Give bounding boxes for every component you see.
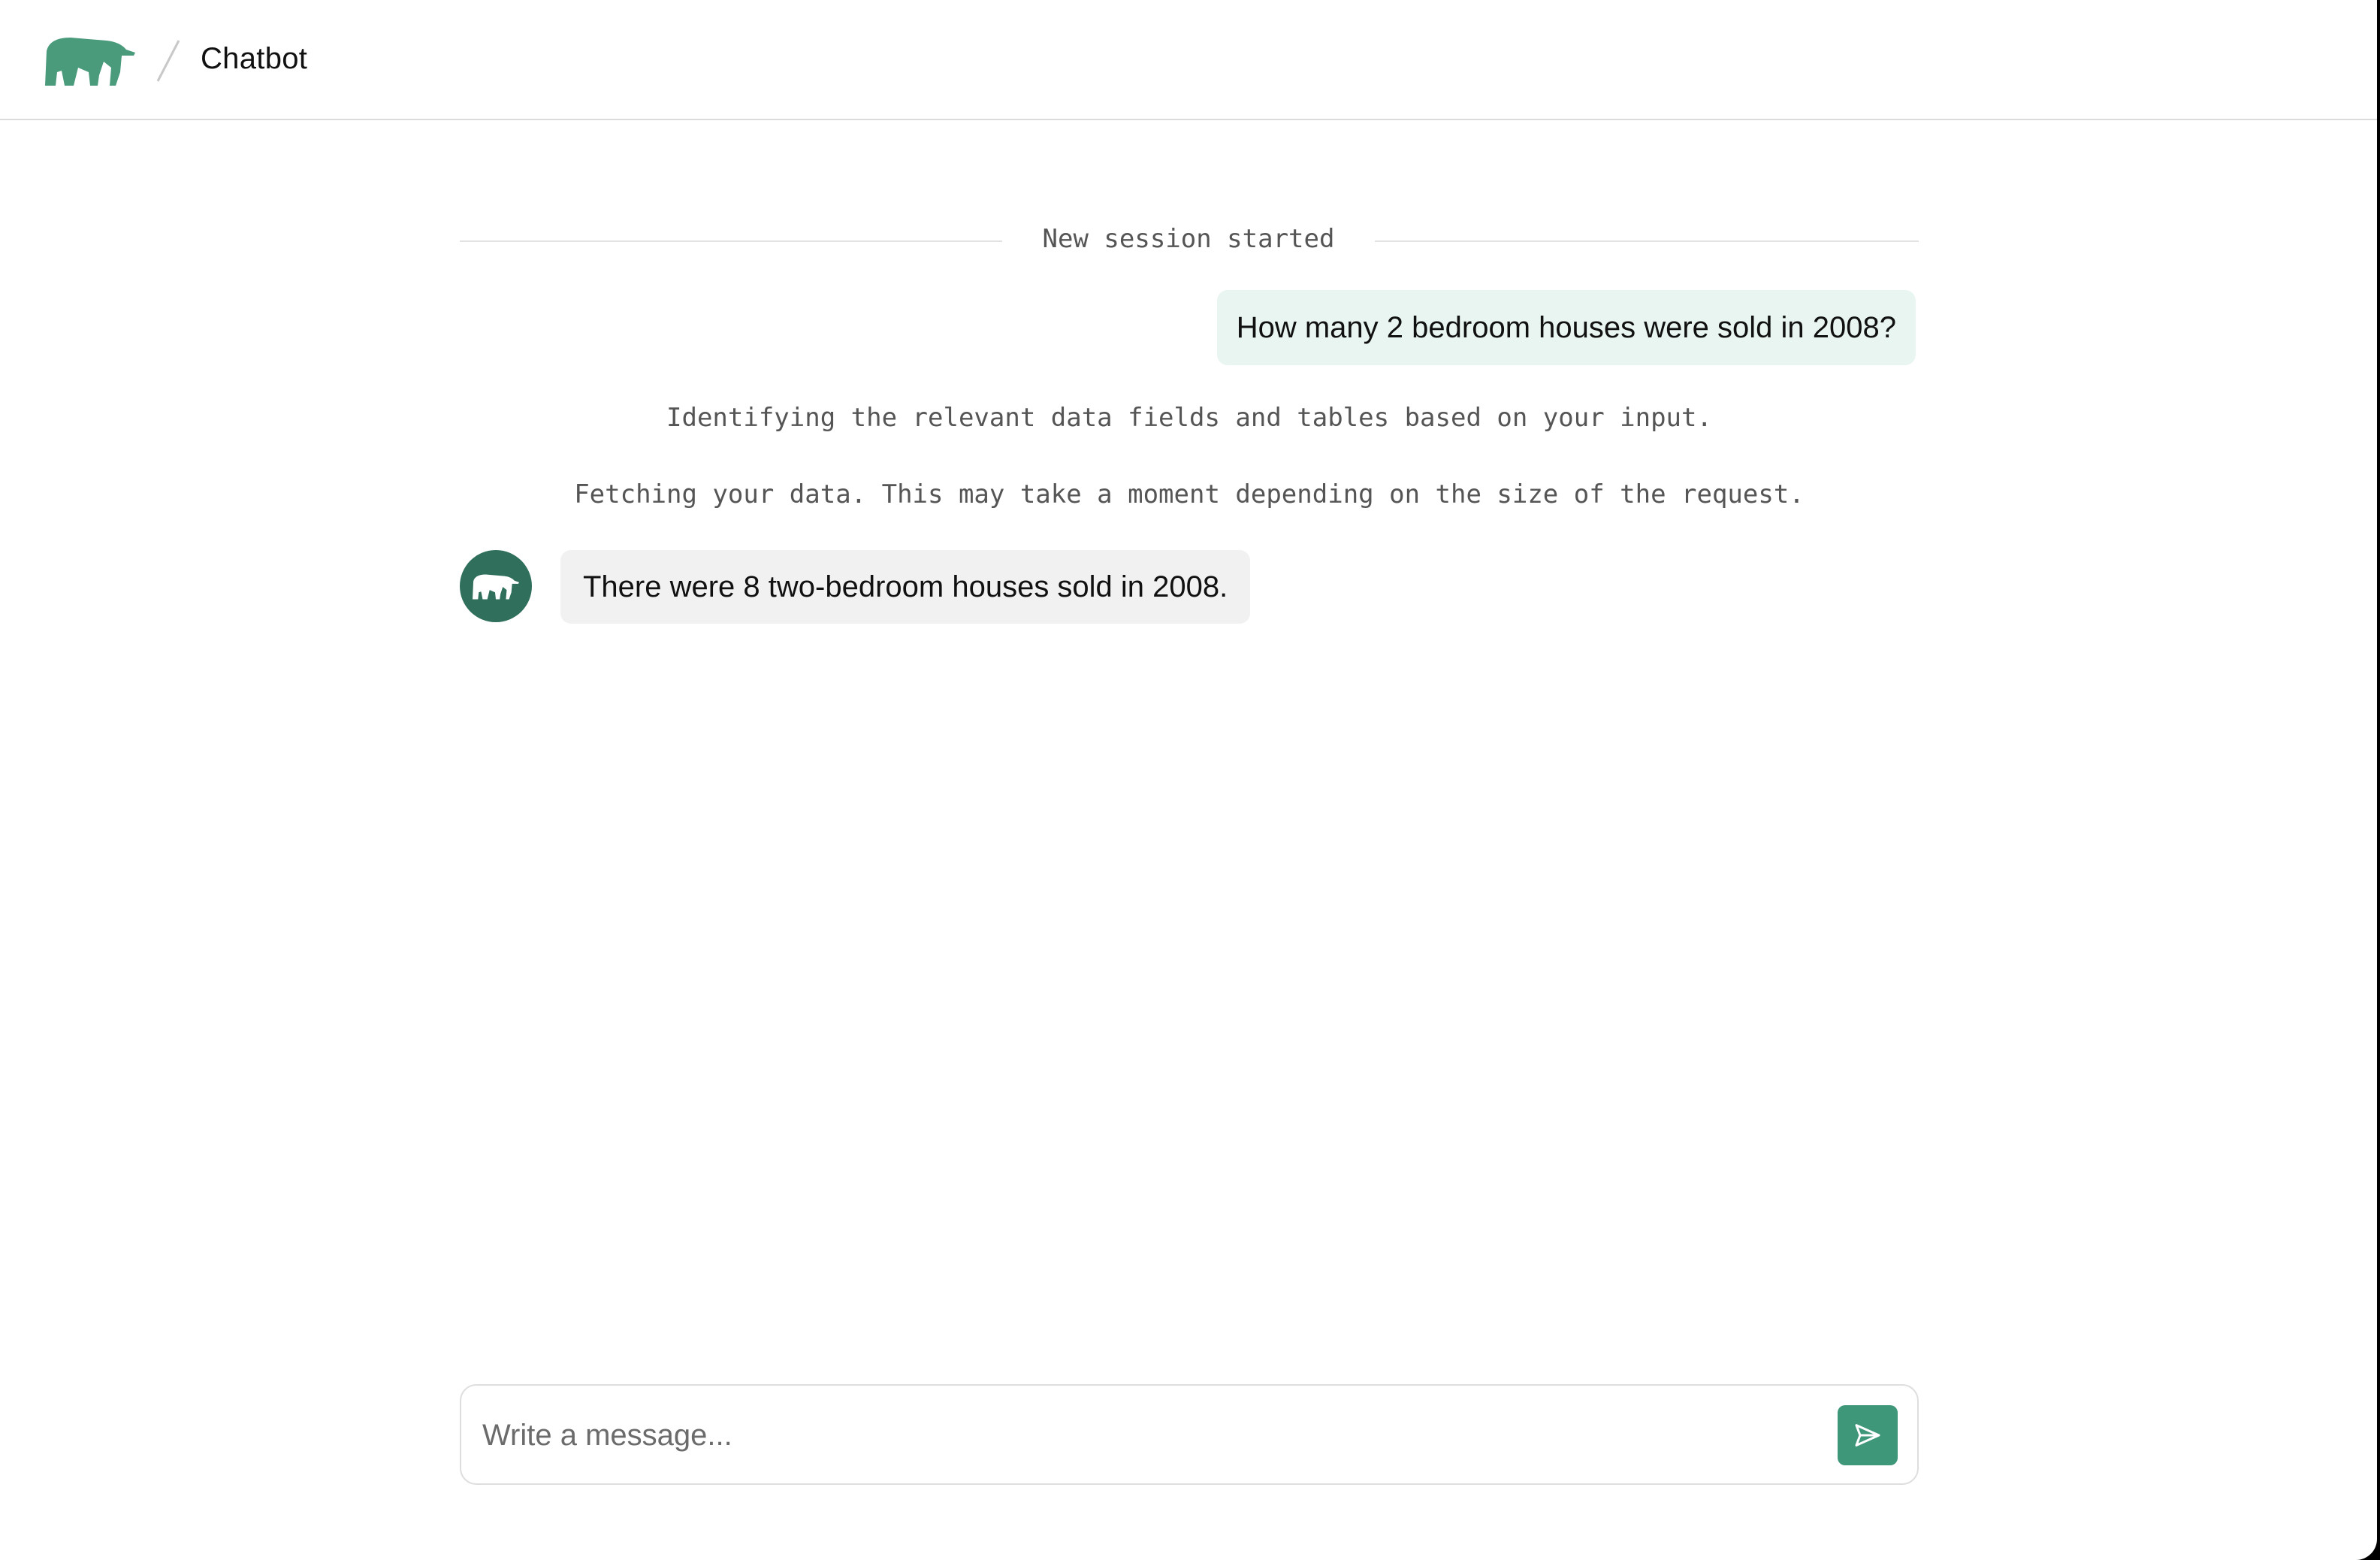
message-input[interactable]: [482, 1404, 1812, 1467]
chat-window: Chatbot New session started How many 2 b…: [0, 0, 2377, 1560]
anteater-logo-icon[interactable]: [44, 33, 137, 87]
breadcrumb-separator: [156, 40, 180, 82]
assistant-message: There were 8 two-bedroom houses sold in …: [560, 550, 1251, 624]
divider-line-right: [1375, 240, 1919, 242]
top-bar: Chatbot: [0, 0, 2377, 120]
status-message: Fetching your data. This may take a mome…: [574, 479, 1805, 509]
window-edge: [2377, 0, 2380, 1560]
page-title: Chatbot: [201, 42, 308, 75]
send-icon: [1855, 1424, 1880, 1447]
divider-line-left: [460, 240, 1002, 242]
send-button[interactable]: [1838, 1405, 1898, 1465]
status-message: Identifying the relevant data fields and…: [666, 403, 1712, 433]
user-message: How many 2 bedroom houses were sold in 2…: [1216, 290, 1916, 365]
anteater-avatar-icon: [460, 550, 532, 622]
message-composer: [460, 1384, 1919, 1485]
session-divider-label: New session started: [1042, 224, 1335, 254]
session-divider: New session started: [460, 219, 1919, 265]
